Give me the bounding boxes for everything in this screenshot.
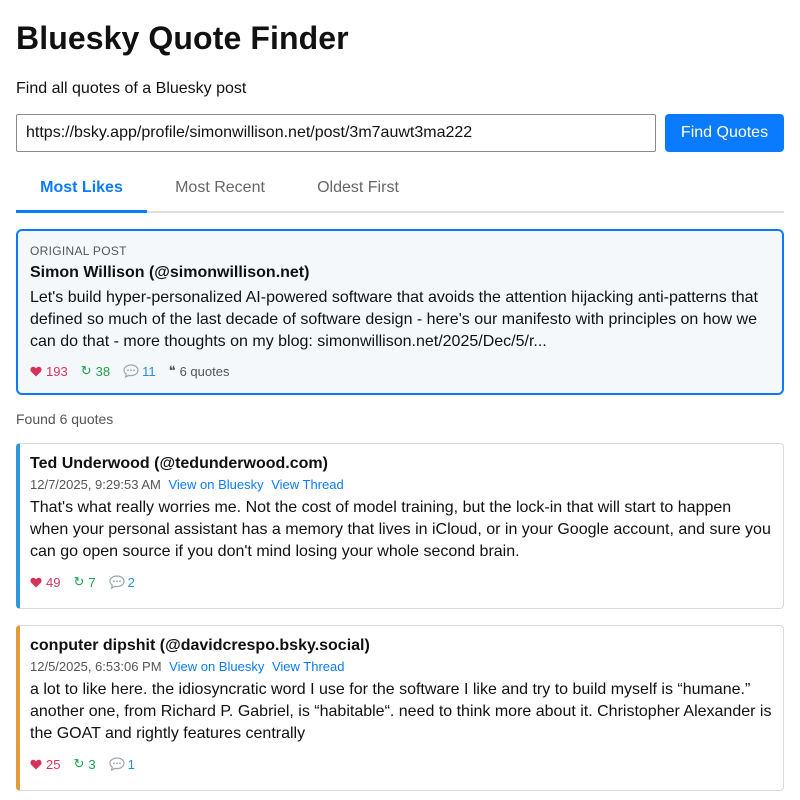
heart-icon bbox=[30, 366, 42, 376]
heart-icon bbox=[30, 759, 42, 769]
original-post-author: Simon Willison (@simonwillison.net) bbox=[30, 264, 310, 281]
post-url-input[interactable] bbox=[16, 114, 656, 152]
view-on-bluesky-link[interactable]: View on Bluesky bbox=[168, 477, 263, 492]
search-row: Find Quotes bbox=[16, 114, 784, 152]
page-title: Bluesky Quote Finder bbox=[16, 20, 349, 56]
likes-count: 193 bbox=[46, 363, 68, 379]
quotes-count: 6 quotes bbox=[179, 363, 230, 379]
original-post-card: ORIGINAL POST Simon Willison (@simonwill… bbox=[16, 229, 784, 395]
tab-oldest-first[interactable]: Oldest First bbox=[307, 168, 409, 213]
reply-bubble-icon bbox=[109, 757, 125, 771]
quote-stats: 25 ↻ 3 1 bbox=[30, 756, 773, 772]
quote-card: conputer dipshit (@davidcrespo.bsky.soci… bbox=[16, 625, 784, 791]
replies-stat: 2 bbox=[109, 575, 135, 590]
tab-most-likes[interactable]: Most Likes bbox=[16, 168, 147, 213]
quote-stats: 49 ↻ 7 2 bbox=[30, 574, 773, 590]
likes-stat: 193 bbox=[30, 364, 68, 379]
quote-timestamp: 12/7/2025, 9:29:53 AM bbox=[30, 477, 161, 492]
repost-icon: ↻ bbox=[73, 574, 85, 589]
likes-count: 25 bbox=[46, 756, 61, 772]
repost-icon: ↻ bbox=[73, 756, 85, 771]
tab-most-recent[interactable]: Most Recent bbox=[163, 168, 277, 213]
quote-card: Ted Underwood (@tedunderwood.com) 12/7/2… bbox=[16, 443, 784, 609]
quote-meta: 12/5/2025, 6:53:06 PM View on Bluesky Vi… bbox=[30, 659, 773, 674]
quote-text: That's what really worries me. Not the c… bbox=[30, 499, 771, 560]
replies-count: 11 bbox=[142, 363, 156, 379]
view-thread-link[interactable]: View Thread bbox=[271, 477, 344, 492]
likes-count: 49 bbox=[46, 574, 61, 590]
likes-stat: 25 bbox=[30, 757, 60, 772]
sort-tabs: Most Likes Most Recent Oldest First bbox=[16, 168, 784, 213]
reposts-count: 7 bbox=[88, 574, 96, 590]
page-subtitle: Find all quotes of a Bluesky post bbox=[16, 80, 247, 97]
quote-timestamp: 12/5/2025, 6:53:06 PM bbox=[30, 659, 162, 674]
quote-text: a lot to like here. the idiosyncratic wo… bbox=[30, 681, 772, 742]
reposts-stat: ↻ 3 bbox=[73, 756, 95, 772]
quote-author: Ted Underwood (@tedunderwood.com) bbox=[30, 455, 328, 472]
quote-mark-icon: ❝ bbox=[168, 363, 176, 378]
view-thread-link[interactable]: View Thread bbox=[272, 659, 345, 674]
reposts-stat: ↻ 38 bbox=[81, 363, 110, 379]
quotes-stat: ❝ 6 quotes bbox=[169, 363, 230, 379]
reply-bubble-icon bbox=[123, 364, 139, 378]
heart-icon bbox=[30, 577, 42, 587]
likes-stat: 49 bbox=[30, 575, 60, 590]
reposts-count: 3 bbox=[88, 756, 96, 772]
quote-meta: 12/7/2025, 9:29:53 AM View on Bluesky Vi… bbox=[30, 477, 773, 492]
original-post-label: ORIGINAL POST bbox=[30, 244, 127, 258]
results-count: Found 6 quotes bbox=[16, 411, 114, 427]
quote-author: conputer dipshit (@davidcrespo.bsky.soci… bbox=[30, 637, 370, 654]
replies-count: 2 bbox=[127, 574, 135, 590]
replies-stat: 1 bbox=[109, 757, 135, 772]
original-post-text: Let's build hyper-personalized AI-powere… bbox=[30, 289, 758, 350]
reply-bubble-icon bbox=[109, 575, 125, 589]
replies-count: 1 bbox=[127, 756, 135, 772]
reposts-count: 38 bbox=[95, 363, 111, 379]
view-on-bluesky-link[interactable]: View on Bluesky bbox=[169, 659, 264, 674]
replies-stat: 11 bbox=[123, 364, 156, 379]
find-quotes-button[interactable]: Find Quotes bbox=[665, 114, 784, 152]
original-post-stats: 193 ↻ 38 11 ❝ 6 quotes bbox=[30, 363, 770, 379]
repost-icon: ↻ bbox=[80, 363, 92, 378]
reposts-stat: ↻ 7 bbox=[73, 574, 95, 590]
